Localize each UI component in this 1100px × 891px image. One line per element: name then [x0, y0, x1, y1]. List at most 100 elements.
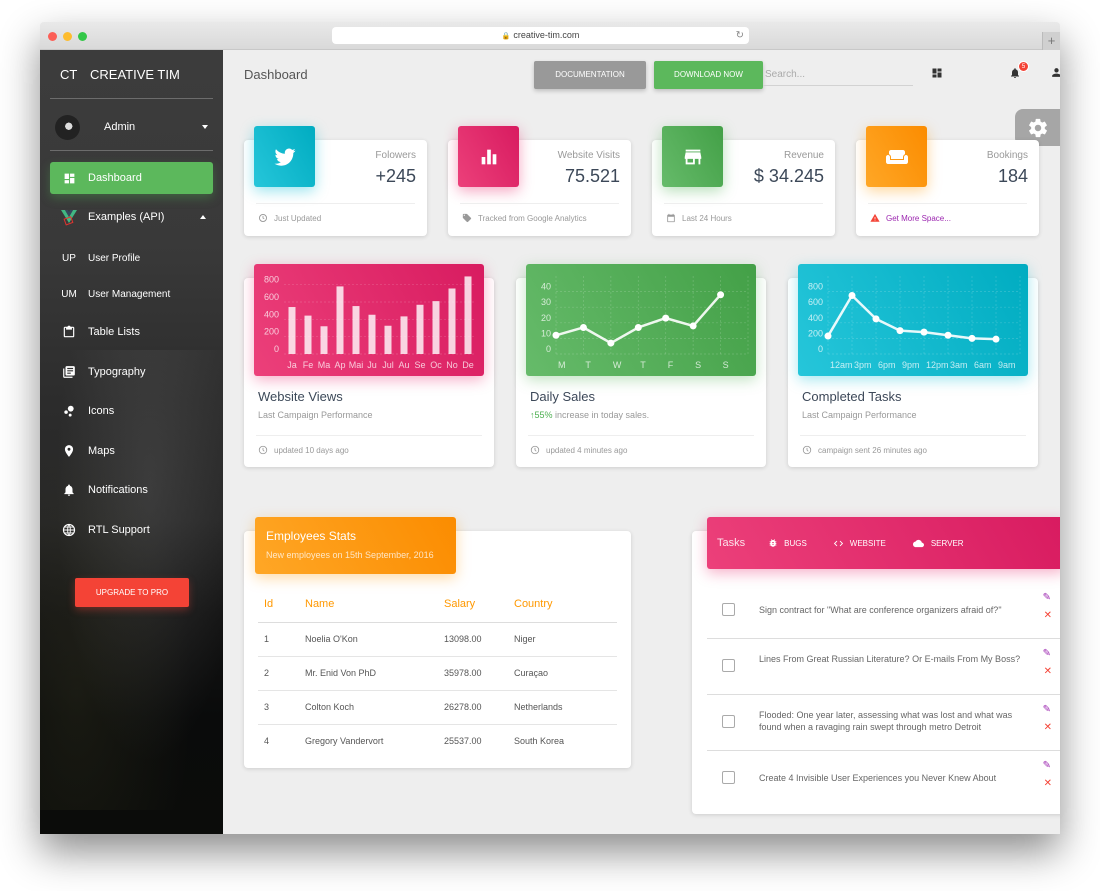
cell-id: 4: [264, 736, 270, 747]
y-tick-label: 600: [808, 297, 823, 307]
user-menu[interactable]: Admin: [55, 113, 215, 141]
x-tick-label: 6am: [974, 360, 992, 370]
sidebar-item-label: Typography: [88, 366, 146, 378]
stat-footer: Get More Space...: [870, 213, 951, 223]
browser-chrome: 🔒 creative-tim.com ↻ +: [40, 22, 1060, 50]
stat-footer: Tracked from Google Analytics: [462, 213, 587, 223]
tasks-card: Tasks BUGS WEBSITE SERVER Sign contract …: [692, 517, 1060, 814]
documentation-button[interactable]: DOCUMENTATION: [534, 61, 646, 89]
chart-subtitle: ↑55% increase in today sales.: [530, 410, 649, 420]
edit-icon[interactable]: ✎: [1043, 648, 1051, 659]
tab-server[interactable]: SERVER: [912, 538, 964, 549]
chart-subtitle: Last Campaign Performance: [258, 410, 373, 420]
sidebar-item-dashboard[interactable]: Dashboard: [50, 162, 213, 194]
close-icon[interactable]: ✕: [1044, 666, 1052, 677]
bar: [400, 316, 408, 354]
x-tick-label: 12pm: [926, 360, 949, 370]
notifications-button[interactable]: 5: [1009, 61, 1029, 82]
x-tick-label: De: [462, 360, 474, 370]
task-checkbox[interactable]: [722, 771, 735, 784]
stat-footer-text: Just Updated: [274, 213, 322, 223]
sidebar-item-maps[interactable]: Maps: [50, 435, 213, 467]
data-point: [607, 339, 615, 347]
chart-footer: updated 4 minutes ago: [530, 445, 627, 455]
get-more-space-link[interactable]: Get More Space...: [886, 214, 951, 223]
task-checkbox[interactable]: [722, 603, 735, 616]
sidebar: CT CREATIVE TIM Admin Dashboard Examples…: [40, 50, 223, 834]
edit-icon[interactable]: ✎: [1043, 704, 1051, 715]
sidebar-item-label: Notifications: [88, 484, 148, 496]
bar: [448, 288, 456, 354]
data-point: [689, 322, 697, 330]
clock-icon: [258, 445, 268, 455]
divider: [460, 203, 619, 204]
sidebar-item-user-profile[interactable]: UP User Profile: [50, 242, 213, 274]
stat-footer-text: Last 24 Hours: [682, 213, 732, 223]
cell-name: Noelia O'Kon: [299, 622, 438, 657]
task-text: Lines From Great Russian Literature? Or …: [759, 654, 1021, 664]
dashboard-grid-icon[interactable]: [931, 66, 947, 82]
search-input[interactable]: [763, 64, 913, 86]
column-header: Salary: [438, 587, 514, 623]
notification-badge: 5: [1018, 61, 1029, 72]
language-globe-icon: [50, 523, 88, 537]
x-tick-label: S: [695, 360, 701, 370]
logo[interactable]: CT CREATIVE TIM: [60, 67, 180, 82]
bar: [352, 306, 360, 354]
x-tick-label: Ap: [334, 360, 345, 370]
library-books-icon: [50, 365, 88, 379]
cell-id: 2: [258, 656, 299, 691]
close-icon[interactable]: ✕: [1044, 722, 1052, 733]
divider: [868, 203, 1027, 204]
sidebar-item-table-lists[interactable]: Table Lists: [50, 316, 213, 348]
sidebar-item-notifications[interactable]: Notifications: [50, 474, 213, 506]
y-tick-label: 400: [264, 309, 279, 319]
new-tab-button[interactable]: +: [1042, 32, 1060, 50]
tab-website[interactable]: WEBSITE: [833, 538, 886, 549]
x-tick-label: No: [446, 360, 458, 370]
task-checkbox[interactable]: [722, 715, 735, 728]
chart-completed-tasks: 0 200 400 600 800 12am 3pm 6pm 9pm 12pm 3am 6am 9am: [798, 264, 1028, 376]
bar: [288, 307, 296, 354]
sidebar-item-examples-api[interactable]: Examples (API): [50, 201, 213, 233]
sidebar-item-label: Examples (API): [88, 211, 165, 223]
close-icon[interactable]: ✕: [1044, 778, 1052, 789]
sidebar-item-rtl-support[interactable]: RTL Support: [50, 514, 213, 546]
edit-icon[interactable]: ✎: [1043, 760, 1051, 771]
person-icon[interactable]: [1050, 66, 1060, 82]
divider: [50, 98, 213, 99]
address-bar[interactable]: 🔒 creative-tim.com ↻: [332, 27, 749, 44]
edit-icon[interactable]: ✎: [1043, 592, 1051, 603]
cell-country: Netherlands: [514, 690, 617, 725]
data-point: [968, 334, 976, 342]
maximize-window-button[interactable]: [78, 32, 87, 41]
reload-icon[interactable]: ↻: [736, 27, 744, 44]
nav-abbr: UM: [61, 288, 77, 300]
minimize-window-button[interactable]: [63, 32, 72, 41]
employees-subtitle: New employees on 15th September, 2016: [266, 550, 434, 560]
download-now-button[interactable]: DOWNLOAD NOW: [654, 61, 763, 89]
chart-card-daily-sales: 0 10 20 30 40 M T W T F S S Daily Sales ↑55% increa…: [516, 264, 766, 467]
y-tick-label: 400: [808, 313, 823, 323]
bar: [336, 286, 344, 354]
bar: [320, 326, 328, 354]
employees-header: Employees Stats New employees on 15th Se…: [255, 517, 456, 574]
task-item: Flooded: One year later, assessing what …: [707, 695, 1060, 751]
y-tick-label: 0: [546, 344, 551, 354]
close-icon[interactable]: ✕: [1044, 610, 1052, 621]
data-point: [552, 331, 560, 339]
close-window-button[interactable]: [48, 32, 57, 41]
task-checkbox[interactable]: [722, 659, 735, 672]
stat-value: 75.521: [564, 166, 620, 186]
divider: [528, 435, 754, 436]
y-tick-label: 200: [808, 328, 823, 338]
sidebar-item-user-management[interactable]: UM User Management: [50, 278, 213, 310]
sidebar-item-typography[interactable]: Typography: [50, 356, 213, 388]
stat-value: 184: [997, 166, 1028, 186]
table-row: 3 Colton Koch 26278.00 Netherlands: [258, 690, 617, 725]
tab-bugs[interactable]: BUGS: [768, 538, 807, 548]
stat-card-revenue: Revenue $ 34.245 Last 24 Hours: [652, 126, 835, 236]
upgrade-to-pro-button[interactable]: UPGRADE TO PRO: [75, 578, 189, 607]
sidebar-item-icons[interactable]: Icons: [50, 395, 213, 427]
sidebar-item-label: User Management: [88, 288, 171, 300]
